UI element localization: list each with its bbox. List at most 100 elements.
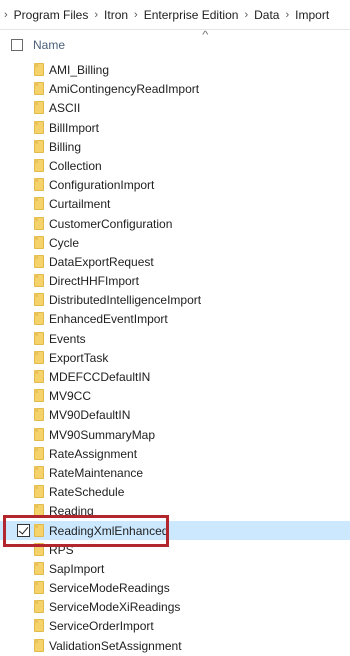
folder-row[interactable]: ServiceModeXiReadings (0, 597, 350, 616)
folder-row[interactable]: ASCII (0, 98, 350, 117)
breadcrumb-item-import[interactable]: Import (293, 8, 331, 22)
row-checkbox[interactable] (17, 197, 30, 210)
row-checkbox[interactable] (17, 140, 30, 153)
folder-row[interactable]: CustomerConfiguration (0, 214, 350, 233)
folder-icon (34, 197, 44, 211)
row-checkbox[interactable] (17, 255, 30, 268)
row-checkbox[interactable] (17, 63, 30, 76)
folder-row[interactable]: MV9CC (0, 386, 350, 405)
folder-row[interactable]: RateMaintenance (0, 463, 350, 482)
folder-icon (34, 216, 44, 230)
row-checkbox[interactable] (17, 236, 30, 249)
folder-row[interactable]: AMI_Billing (0, 60, 350, 79)
folder-name: RPS (49, 542, 74, 557)
row-checkbox[interactable] (17, 466, 30, 479)
row-checkbox[interactable] (17, 523, 30, 537)
row-checkbox[interactable] (17, 178, 30, 191)
folder-row[interactable]: EnhancedEventImport (0, 309, 350, 328)
row-checkbox[interactable] (17, 370, 30, 383)
row-checkbox[interactable] (17, 600, 30, 613)
row-checkbox[interactable] (17, 274, 30, 287)
breadcrumb-item-data[interactable]: Data (252, 8, 281, 22)
row-checkbox[interactable] (17, 82, 30, 95)
row-checkbox[interactable] (17, 332, 30, 345)
folder-name: DirectHHFImport (49, 274, 140, 289)
folder-icon (34, 120, 44, 134)
folder-name: RateMaintenance (49, 465, 144, 480)
folder-row[interactable]: BillImport (0, 118, 350, 137)
folder-row[interactable]: Reading (0, 501, 350, 520)
name-column-header[interactable]: Name (33, 38, 65, 52)
folder-name: ASCII (49, 101, 81, 116)
folder-icon (34, 465, 44, 479)
row-checkbox[interactable] (17, 619, 30, 632)
chevron-right-icon[interactable]: › (0, 9, 12, 21)
row-checkbox[interactable] (17, 504, 30, 517)
chevron-right-icon[interactable]: › (281, 9, 293, 21)
folder-row[interactable]: AmiContingencyReadImport (0, 79, 350, 98)
row-checkbox[interactable] (17, 428, 30, 441)
folder-name: Events (49, 331, 86, 346)
folder-icon (34, 139, 44, 153)
row-checkbox[interactable] (17, 639, 30, 652)
folder-row[interactable]: Events (0, 329, 350, 348)
chevron-right-icon[interactable]: › (90, 9, 102, 21)
folder-name: ValidationSetAssignment (49, 638, 182, 653)
folder-row[interactable]: Billing (0, 137, 350, 156)
breadcrumb-item-program-files[interactable]: Program Files (12, 8, 91, 22)
folder-name: RateAssignment (49, 446, 138, 461)
row-checkbox[interactable] (17, 581, 30, 594)
folder-name: BillImport (49, 120, 100, 135)
folder-icon (34, 485, 44, 499)
folder-icon (34, 504, 44, 518)
row-checkbox[interactable] (17, 389, 30, 402)
folder-row[interactable]: MDEFCCDefaultIN (0, 367, 350, 386)
row-checkbox[interactable] (17, 312, 30, 325)
row-checkbox[interactable] (17, 293, 30, 306)
folder-row[interactable]: DataExportRequest (0, 252, 350, 271)
folder-icon (34, 619, 44, 633)
row-checkbox[interactable] (17, 159, 30, 172)
row-checkbox[interactable] (17, 101, 30, 114)
folder-name: ServiceModeReadings (49, 581, 170, 596)
folder-icon (34, 370, 44, 383)
folder-icon (34, 408, 44, 422)
folder-row[interactable]: Collection (0, 156, 350, 175)
folder-icon (34, 542, 44, 556)
row-checkbox[interactable] (17, 351, 30, 364)
row-checkbox[interactable] (17, 485, 30, 498)
folder-row[interactable]: RPS (0, 540, 350, 559)
chevron-right-icon[interactable]: › (130, 9, 142, 21)
breadcrumb-item-itron[interactable]: Itron (102, 8, 130, 22)
folder-name: Cycle (49, 235, 80, 250)
row-checkbox[interactable] (17, 408, 30, 421)
row-checkbox[interactable] (17, 121, 30, 134)
folder-row[interactable]: ServiceModeReadings (0, 578, 350, 597)
folder-row[interactable]: ValidationSetAssignment (0, 636, 350, 655)
row-checkbox[interactable] (17, 543, 30, 556)
folder-row[interactable]: RateSchedule (0, 482, 350, 501)
chevron-right-icon[interactable]: › (240, 9, 252, 21)
folder-name: CustomerConfiguration (49, 216, 173, 231)
folder-row[interactable]: SapImport (0, 559, 350, 578)
folder-row[interactable]: ServiceOrderImport (0, 616, 350, 635)
row-checkbox[interactable] (17, 217, 30, 230)
breadcrumb-item-enterprise-edition[interactable]: Enterprise Edition (142, 8, 241, 22)
sort-ascending-icon: ^ (202, 30, 209, 41)
row-checkbox[interactable] (17, 447, 30, 460)
folder-row[interactable]: DirectHHFImport (0, 271, 350, 290)
folder-row[interactable]: ExportTask (0, 348, 350, 367)
folder-row[interactable]: Cycle (0, 233, 350, 252)
folder-name: ServiceModeXiReadings (49, 600, 181, 615)
folder-row[interactable]: RateAssignment (0, 444, 350, 463)
folder-row[interactable]: DistributedIntelligenceImport (0, 290, 350, 309)
folder-row-selected[interactable]: ReadingXmlEnhanced (0, 520, 350, 540)
folder-row[interactable]: Curtailment (0, 194, 350, 213)
folder-row[interactable]: ConfigurationImport (0, 175, 350, 194)
folder-row[interactable]: MV90SummaryMap (0, 425, 350, 444)
select-all-checkbox[interactable] (11, 39, 23, 51)
row-checkbox[interactable] (17, 562, 30, 575)
folder-icon (34, 331, 44, 345)
folder-row[interactable]: MV90DefaultIN (0, 405, 350, 424)
folder-icon (34, 235, 44, 249)
